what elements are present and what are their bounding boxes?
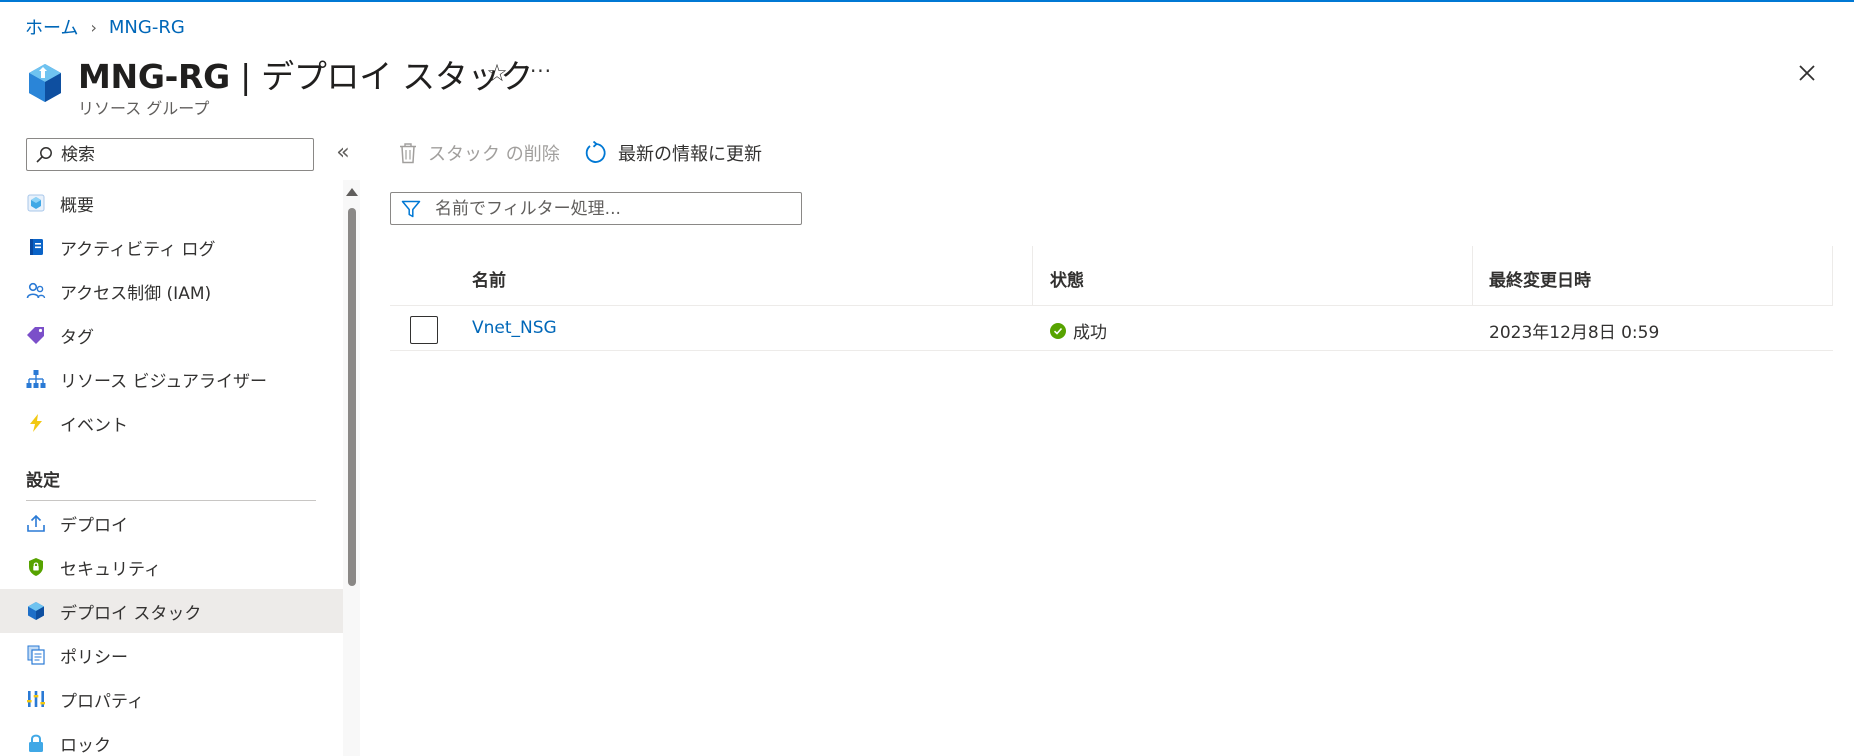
page-title-separator: | [229, 57, 262, 96]
column-divider[interactable] [1832, 246, 1833, 306]
name-filter-input[interactable] [435, 198, 795, 219]
page-title: MNG-RG | デプロイ スタック [78, 50, 533, 98]
sidebar-item-resource-visualizer[interactable]: リソース ビジュアライザー [0, 357, 343, 401]
favorite-star-icon[interactable]: ☆ [482, 58, 512, 88]
sidebar-item-properties[interactable]: プロパティ [0, 677, 343, 721]
sidebar-item-label: タグ [60, 327, 94, 348]
column-header-name[interactable]: 名前 [472, 266, 506, 291]
resource-group-cube-icon [29, 64, 61, 102]
deployment-stack-icon [26, 601, 46, 621]
sidebar-item-locks[interactable]: ロック [0, 721, 343, 756]
sidebar-item-label: ロック [60, 735, 111, 756]
sidebar-item-label: プロパティ [60, 691, 144, 712]
column-header-modified[interactable]: 最終変更日時 [1489, 266, 1591, 291]
page-title-resource: MNG-RG [78, 57, 230, 96]
activity-log-icon [26, 237, 46, 257]
delete-stack-label: スタック の削除 [428, 144, 560, 165]
breadcrumb: ホーム › MNG-RG [25, 14, 185, 40]
chevron-right-icon: › [90, 17, 97, 37]
resource-visualizer-icon [26, 369, 46, 389]
sidebar-item-policies[interactable]: ポリシー [0, 633, 343, 677]
lock-icon [26, 733, 46, 753]
stack-name-link[interactable]: Vnet_NSG [472, 318, 557, 338]
sidebar-item-label: セキュリティ [60, 559, 161, 580]
sidebar-item-access-control[interactable]: アクセス制御 (IAM) [0, 269, 343, 313]
policy-document-icon [26, 645, 46, 665]
row-divider [390, 350, 1833, 351]
sidebar-search-box [26, 138, 314, 171]
refresh-label: 最新の情報に更新 [618, 144, 762, 165]
column-divider[interactable] [1472, 246, 1473, 306]
deploy-upload-icon [26, 513, 46, 533]
access-control-people-icon [26, 281, 46, 301]
sidebar-search-input[interactable] [61, 144, 301, 165]
close-icon[interactable] [1790, 56, 1824, 90]
refresh-icon [584, 141, 608, 165]
refresh-button[interactable]: 最新の情報に更新 [584, 140, 762, 166]
event-bolt-icon [26, 413, 46, 433]
sidebar-item-activity-log[interactable]: アクティビティ ログ [0, 225, 343, 269]
tag-icon [26, 325, 46, 345]
properties-bars-icon [26, 689, 46, 709]
page-subtitle: リソース グループ [78, 99, 210, 118]
security-shield-icon [26, 557, 46, 577]
trash-icon [398, 142, 418, 164]
breadcrumb-resource-link[interactable]: MNG-RG [109, 17, 185, 38]
top-accent-line [0, 0, 1854, 2]
more-options-icon[interactable]: ··· [526, 56, 556, 86]
overview-cube-icon [26, 193, 46, 213]
header-row-divider [390, 305, 1833, 306]
sidebar-item-label: アクティビティ ログ [60, 239, 216, 260]
sidebar-item-label: デプロイ [60, 515, 128, 536]
column-header-status[interactable]: 状態 [1050, 266, 1084, 291]
collapse-sidebar-icon[interactable]: « [330, 140, 356, 168]
sidebar-item-deployment-stacks[interactable]: デプロイ スタック [0, 589, 343, 633]
sidebar-item-label: ポリシー [60, 647, 128, 668]
scrollbar-thumb[interactable] [348, 208, 356, 586]
sidebar-item-events[interactable]: イベント [0, 401, 343, 445]
status-text: 成功 [1073, 323, 1107, 343]
name-filter-box [390, 192, 802, 225]
sidebar-item-security[interactable]: セキュリティ [0, 545, 343, 589]
status-cell: 成功 [1050, 318, 1107, 343]
sidebar-section-settings: 設定 [26, 471, 60, 491]
scroll-up-arrow-icon[interactable] [346, 188, 358, 196]
sidebar-item-tags[interactable]: タグ [0, 313, 343, 357]
row-select-checkbox[interactable] [410, 316, 438, 344]
sidebar-item-label: デプロイ スタック [60, 603, 202, 624]
sidebar-item-label: アクセス制御 (IAM) [60, 283, 212, 304]
search-icon [36, 146, 52, 163]
sidebar-item-label: 概要 [60, 195, 94, 216]
breadcrumb-home-link[interactable]: ホーム [25, 14, 78, 40]
modified-time: 2023年12月8日 0:59 [1489, 323, 1660, 343]
column-divider[interactable] [1032, 246, 1033, 306]
success-check-icon [1050, 322, 1066, 339]
sidebar-item-overview[interactable]: 概要 [0, 181, 343, 225]
sidebar-item-label: リソース ビジュアライザー [60, 371, 268, 392]
delete-stack-button[interactable]: スタック の削除 [398, 140, 560, 166]
sidebar-item-label: イベント [60, 415, 128, 436]
sidebar-item-deploy[interactable]: デプロイ [0, 501, 343, 545]
filter-funnel-icon [401, 200, 421, 217]
